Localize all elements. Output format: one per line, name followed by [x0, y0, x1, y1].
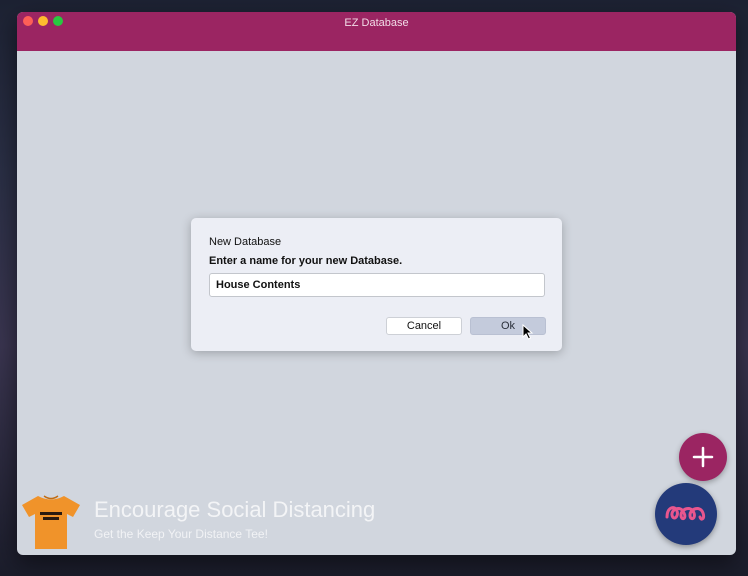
ok-button[interactable]: Ok — [470, 317, 546, 335]
new-database-dialog: New Database Enter a name for your new D… — [191, 218, 562, 351]
desktop-background: EZ Database New Database Enter a name fo… — [0, 0, 748, 576]
add-database-button[interactable] — [679, 433, 727, 481]
title-bar[interactable]: EZ Database — [17, 12, 736, 51]
tshirt-image — [22, 495, 80, 549]
loops-logo-icon — [665, 506, 706, 521]
dialog-title: New Database — [209, 236, 282, 248]
ad-subheading[interactable]: Get the Keep Your Distance Tee! — [94, 527, 268, 541]
database-name-input[interactable] — [209, 273, 545, 297]
app-window: EZ Database New Database Enter a name fo… — [17, 12, 736, 555]
app-launcher-button[interactable] — [655, 483, 717, 545]
window-title: EZ Database — [344, 17, 409, 29]
cancel-button[interactable]: Cancel — [386, 317, 462, 335]
ad-heading[interactable]: Encourage Social Distancing — [94, 497, 375, 523]
dialog-message: Enter a name for your new Database. — [209, 255, 403, 267]
plus-icon — [692, 446, 714, 468]
pointer-cursor-icon — [522, 324, 534, 340]
